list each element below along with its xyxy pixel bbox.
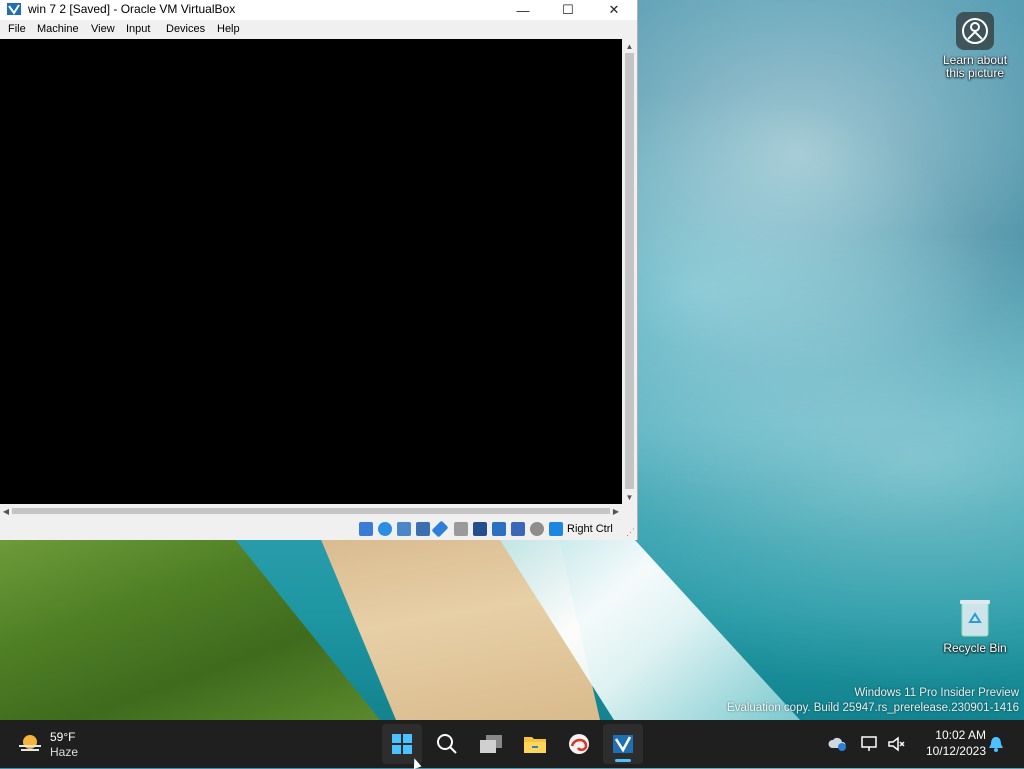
weather-condition: Haze <box>50 745 79 759</box>
vm-display[interactable] <box>0 39 622 504</box>
maximize-button[interactable]: ☐ <box>545 0 591 20</box>
mouse-integration-icon[interactable] <box>530 522 544 536</box>
edge-dev-icon <box>569 734 589 754</box>
camera-info-icon <box>956 12 994 50</box>
onedrive-icon[interactable] <box>828 734 848 754</box>
desktop-wallpaper-beach <box>0 540 800 720</box>
menu-file[interactable]: File <box>8 23 26 35</box>
scroll-left-icon[interactable]: ◀ <box>0 504 12 518</box>
menu-devices[interactable]: Devices <box>166 23 205 35</box>
network-icon[interactable] <box>416 522 430 536</box>
virtualbox-window: win 7 2 [Saved] - Oracle VM VirtualBox —… <box>0 0 638 540</box>
recycle-bin-glyph-icon <box>958 598 992 638</box>
menu-bar: File Machine View Input Devices Help <box>0 20 637 39</box>
clock-time: 10:02 AM <box>935 728 986 742</box>
keyboard-capture-icon[interactable] <box>549 522 563 536</box>
minimize-button[interactable]: — <box>500 0 546 20</box>
recording-icon[interactable] <box>492 522 506 536</box>
optical-drive-icon[interactable] <box>378 522 392 536</box>
task-view-button[interactable] <box>471 724 511 764</box>
vertical-scroll-thumb[interactable] <box>625 53 634 489</box>
window-title: win 7 2 [Saved] - Oracle VM VirtualBox <box>28 2 236 16</box>
learn-about-picture-icon[interactable]: Learn about this picture <box>935 12 1015 80</box>
scroll-corner <box>622 504 637 518</box>
clock-date: 10/12/2023 <box>925 744 986 758</box>
resize-grip-icon[interactable]: ⋰ <box>626 527 635 538</box>
system-clock[interactable]: 10:02 AM 10/12/2023 <box>914 727 986 759</box>
scroll-up-icon[interactable]: ▲ <box>622 39 637 53</box>
close-button[interactable]: ✕ <box>591 0 637 20</box>
menu-view[interactable]: View <box>91 23 115 35</box>
title-bar[interactable]: win 7 2 [Saved] - Oracle VM VirtualBox —… <box>0 0 637 20</box>
menu-help[interactable]: Help <box>217 23 240 35</box>
watermark-line1: Windows 11 Pro Insider Preview <box>854 687 1019 699</box>
host-key-label: Right Ctrl <box>567 523 613 535</box>
network-status-icon[interactable] <box>860 734 880 754</box>
volume-muted-icon[interactable] <box>886 734 906 754</box>
running-indicator <box>615 759 631 762</box>
display-icon[interactable] <box>473 522 487 536</box>
wallpaper-forest <box>0 540 380 720</box>
search-button[interactable] <box>427 724 467 764</box>
virtualbox-button[interactable] <box>603 724 643 764</box>
audio-icon[interactable] <box>397 522 411 536</box>
scroll-right-icon[interactable]: ▶ <box>610 504 622 518</box>
recycle-bin-label: Recycle Bin <box>943 641 1007 655</box>
scroll-down-icon[interactable]: ▼ <box>622 490 637 504</box>
menu-machine[interactable]: Machine <box>37 23 79 35</box>
taskbar: 59°F Haze 10:02 AM 10/12/2023 <box>0 720 1024 768</box>
windows-watermark: Windows 11 Pro Insider Preview Evaluatio… <box>727 686 1019 716</box>
file-explorer-button[interactable] <box>515 724 555 764</box>
horizontal-scrollbar[interactable]: ◀ ▶ <box>0 504 622 518</box>
watermark-line2: Evaluation copy. Build 25947.rs_prerelea… <box>727 702 1019 714</box>
edge-dev-button[interactable] <box>559 724 599 764</box>
vt-x-icon[interactable] <box>511 522 525 536</box>
menu-input[interactable]: Input <box>126 23 150 35</box>
recycle-bin-icon[interactable]: Recycle Bin <box>935 598 1015 655</box>
folder-icon <box>524 737 546 753</box>
hard-disk-icon[interactable] <box>359 522 373 536</box>
virtualbox-icon <box>7 3 21 15</box>
task-view-icon <box>480 735 502 753</box>
usb-icon[interactable] <box>431 520 449 538</box>
status-bar: Right Ctrl ⋰ <box>0 518 637 540</box>
weather-temp: 59°F <box>50 730 76 744</box>
learn-label-line2: this picture <box>945 66 1005 80</box>
horizontal-scroll-thumb[interactable] <box>12 508 610 514</box>
notification-bell-icon[interactable] <box>986 734 1006 754</box>
windows-logo-icon <box>392 734 412 754</box>
haze-sun-icon <box>19 735 41 751</box>
vertical-scrollbar[interactable]: ▲ ▼ <box>622 39 637 504</box>
shared-folders-icon[interactable] <box>454 522 468 536</box>
virtualbox-taskbar-icon <box>613 735 633 753</box>
search-icon <box>437 734 457 754</box>
